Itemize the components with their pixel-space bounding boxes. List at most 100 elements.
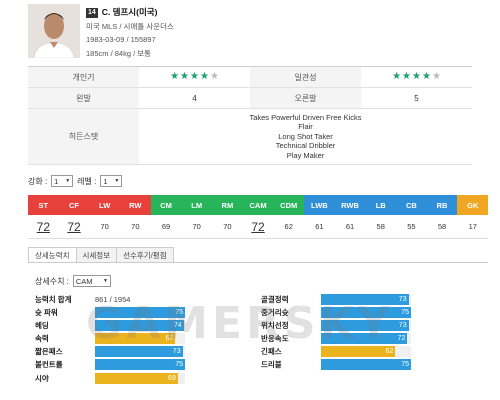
- skill-moves-stars: ★ ★ ★ ★ ★: [139, 67, 250, 87]
- star-icon: ★: [190, 71, 199, 82]
- stat-row: 드리블 75: [261, 359, 475, 371]
- tab-detailed-stats[interactable]: 상세능력치: [28, 247, 77, 263]
- star-icon: ★: [421, 71, 431, 82]
- trait-list: Takes Powerful Driven Free Kicks Flair L…: [139, 109, 472, 164]
- stat-value: 75: [175, 308, 183, 316]
- star-icon: ★: [209, 71, 219, 82]
- position-label: CB: [396, 195, 427, 215]
- trait-item: Play Maker: [286, 150, 325, 160]
- stat-label: 헤딩: [35, 320, 49, 330]
- player-name-row: 14 C. 뎀프시(미국): [86, 6, 174, 20]
- stat-value: 75: [175, 361, 183, 369]
- position-label: RW: [120, 195, 151, 215]
- star-icon: ★: [170, 71, 180, 82]
- position-label: RM: [212, 195, 243, 215]
- stat-bar-track: 62: [321, 346, 411, 358]
- stats-row: 시야 69: [35, 372, 475, 384]
- tab-reviews[interactable]: 선수후기/평점: [116, 247, 174, 263]
- enhance-label: 강화 :: [28, 176, 48, 186]
- stat-row: 위치선정 73: [261, 319, 475, 331]
- stat-row: 슛 파워 75: [35, 306, 249, 318]
- hidden-stats-label: 히든스탯: [28, 109, 139, 164]
- stat-label: 속력: [35, 334, 49, 344]
- position-rating: 70: [100, 222, 109, 231]
- player-birth: 1983-03-09 / 155897: [86, 35, 156, 44]
- stat-label: 짧은패스: [35, 347, 63, 357]
- stat-value: 73: [398, 295, 407, 303]
- skill-moves-label: 개인기: [28, 67, 139, 87]
- stat-row: 골결정력 73: [261, 293, 475, 305]
- detail-label: 상세수치 :: [35, 276, 69, 286]
- stat-row: 짧은패스 73: [35, 346, 249, 358]
- stats-row: 슛 파워 75 중거리슛 75: [35, 306, 475, 318]
- level-label: 레벨 :: [77, 176, 97, 186]
- position-label: GK: [457, 195, 489, 215]
- star-icon: ★: [431, 71, 441, 82]
- stat-bar-track: 73: [95, 346, 185, 358]
- position-label: CAM: [242, 195, 274, 215]
- trait-item: Long Shot Taker: [278, 131, 333, 141]
- stat-bar-fill: 75: [95, 306, 185, 318]
- stat-label: 시야: [35, 373, 49, 383]
- tab-market-info[interactable]: 시세정보: [75, 247, 118, 263]
- stat-bar-track: 75: [95, 306, 185, 318]
- stat-label: 골결정력: [261, 294, 289, 304]
- chevron-down-icon: ▼: [102, 278, 108, 284]
- stat-label: 중거리슛: [261, 307, 289, 317]
- star-icon: ★: [402, 71, 412, 82]
- stat-label: 반응속도: [261, 334, 289, 344]
- enhance-select[interactable]: 1 ▼: [51, 175, 74, 187]
- position-label: ST: [28, 195, 59, 215]
- position-rating[interactable]: 72: [59, 215, 90, 238]
- stat-bar-fill: 69: [95, 372, 178, 384]
- position-rating[interactable]: 72: [243, 215, 274, 238]
- position-rating: 62: [284, 222, 293, 231]
- position-rating[interactable]: 72: [28, 215, 59, 238]
- level-select-value: 1: [103, 176, 108, 186]
- stat-bar-fill: 73: [321, 293, 409, 305]
- position-label: LW: [89, 195, 121, 215]
- profile-row-foot: 왼발 4 오른발 5: [28, 88, 472, 109]
- position-rating: 70: [131, 222, 140, 231]
- profile-table: 개인기 ★ ★ ★ ★ ★ 일관성 ★ ★ ★ ★ ★ 왼발 4 오른발 5 히든스탯 Take…: [28, 66, 472, 165]
- position-ratings: ST CF LW RW CM LM RM CAM CDM LWB RWB LB CB RB GK 72 72 7…: [28, 195, 489, 239]
- star-icon: ★: [412, 71, 421, 82]
- position-label: LB: [365, 195, 397, 215]
- stat-bar-fill: 73: [321, 319, 409, 331]
- stat-row: 긴패스 62: [261, 346, 475, 358]
- stat-value: 75: [401, 361, 409, 369]
- stat-bar-track: 74: [95, 319, 185, 331]
- trait-item: Technical Dribbler: [275, 141, 336, 151]
- trait-item: Flair: [298, 122, 313, 132]
- stat-label: 긴패스: [261, 347, 282, 357]
- level-select[interactable]: 1 ▼: [100, 175, 123, 187]
- stat-value: 67: [165, 335, 174, 343]
- stat-row: 중거리슛 75: [261, 306, 475, 318]
- consistency-label: 일관성: [250, 67, 361, 87]
- consistency-stars: ★ ★ ★ ★ ★: [361, 67, 472, 87]
- stat-label: 드리블: [261, 360, 282, 370]
- position-detail-select[interactable]: CAM ▼: [72, 275, 111, 287]
- position-label: CDM: [273, 195, 305, 215]
- stat-value: 73: [398, 321, 407, 329]
- player-info: 14 C. 뎀프시(미국) 미국 MLS / 시애틀 사운더스 1983-03-…: [86, 6, 174, 60]
- position-label: LWB: [304, 195, 335, 215]
- stat-value: 72: [397, 335, 406, 343]
- stat-bar-fill: 67: [95, 333, 176, 345]
- stat-bar-track: 73: [321, 319, 411, 331]
- stats-row: 속력 67 반응속도 72: [35, 333, 475, 345]
- position-label: RB: [426, 195, 458, 215]
- position-label: CM: [150, 195, 182, 215]
- stat-bar-track: 75: [321, 359, 411, 371]
- star-icon: ★: [180, 71, 190, 82]
- star-icon: ★: [199, 71, 209, 82]
- star-icon: ★: [392, 71, 402, 82]
- position-rating: 61: [345, 222, 355, 231]
- stat-bar-fill: 75: [321, 359, 411, 371]
- stat-label: 볼컨트롤: [35, 360, 63, 370]
- stat-bar-track: 75: [321, 306, 411, 318]
- jersey-number-badge: 14: [86, 7, 98, 18]
- stat-row: 속력 67: [35, 333, 249, 345]
- stat-bar-fill: 74: [95, 319, 184, 331]
- stat-value: 74: [174, 321, 182, 329]
